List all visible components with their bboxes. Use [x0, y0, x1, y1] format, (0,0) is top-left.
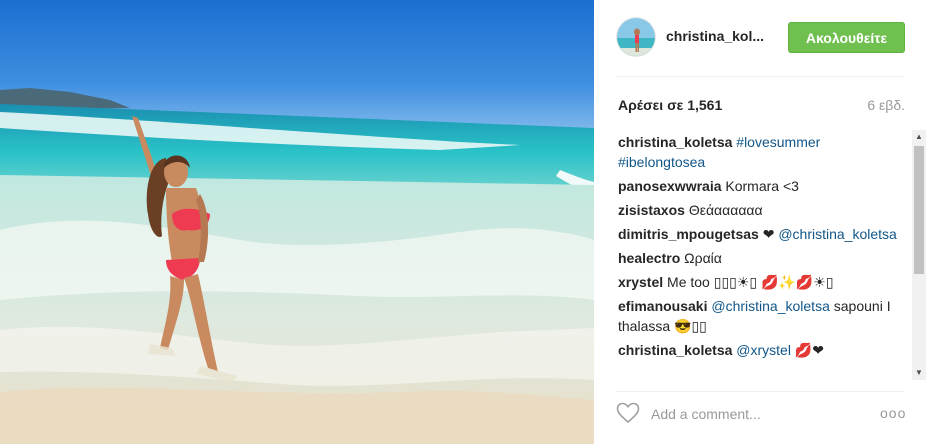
comment-text: Ωραία: [684, 250, 722, 266]
comment-author[interactable]: dimitris_mpougetsas: [618, 226, 759, 242]
post-header: christina_kol... Ακολουθείτε: [594, 0, 926, 76]
comment-author[interactable]: efimanousaki: [618, 298, 707, 314]
comment-item: xrystel Me too ▯▯▯☀▯ 💋✨💋☀▯: [618, 272, 906, 292]
scroll-up-arrow-icon[interactable]: ▲: [912, 130, 926, 144]
header-divider: [616, 76, 904, 77]
comment-author[interactable]: christina_koletsa: [618, 342, 732, 358]
comments-list: christina_koletsa #lovesummer #ibelongto…: [618, 132, 906, 378]
comment-item: healectro Ωραία: [618, 248, 906, 268]
username[interactable]: christina_kol...: [666, 28, 776, 44]
comment-item: christina_koletsa @xrystel 💋❤: [618, 340, 906, 360]
comment-text: Θεάαααααα: [688, 202, 763, 218]
comment-mention[interactable]: @christina_koletsa: [711, 298, 830, 314]
comment-author[interactable]: healectro: [618, 250, 680, 266]
heart-icon[interactable]: [616, 402, 640, 424]
comment-hashtag[interactable]: #ibelongtosea: [618, 154, 705, 170]
comments-scrollbar[interactable]: ▲ ▼: [912, 130, 926, 380]
scroll-thumb[interactable]: [914, 146, 924, 274]
comment-item: christina_koletsa #lovesummer #ibelongto…: [618, 132, 906, 172]
avatar[interactable]: [616, 17, 656, 57]
comment-hashtag[interactable]: #lovesummer: [736, 134, 820, 150]
more-options-icon[interactable]: ooo: [880, 402, 906, 424]
post-details-panel: christina_kol... Ακολουθείτε Αρέσει σε 1…: [594, 0, 926, 444]
post-timestamp[interactable]: 6 εβδ.: [867, 97, 905, 113]
comment-text: ❤: [762, 226, 775, 242]
comment-author[interactable]: christina_koletsa: [618, 134, 732, 150]
comment-item: zisistaxos Θεάαααααα: [618, 200, 906, 220]
post-photo[interactable]: [0, 0, 594, 444]
comment-mention[interactable]: @christina_koletsa: [778, 226, 897, 242]
comment-author[interactable]: zisistaxos: [618, 202, 685, 218]
likes-count[interactable]: Αρέσει σε 1,561: [618, 97, 722, 113]
comment-item: panosexwwraia Kormara <3: [618, 176, 906, 196]
comment-mention[interactable]: @xrystel: [736, 342, 791, 358]
scroll-down-arrow-icon[interactable]: ▼: [912, 366, 926, 380]
comment-text: Me too ▯▯▯☀▯ 💋✨💋☀▯: [667, 274, 834, 290]
comment-text: 💋❤: [794, 342, 825, 358]
follow-button[interactable]: Ακολουθείτε: [788, 22, 905, 53]
comment-author[interactable]: panosexwwraia: [618, 178, 722, 194]
post-footer: ooo: [594, 392, 926, 444]
comment-item: efimanousaki @christina_koletsa sapouni …: [618, 296, 906, 336]
comment-text: Kormara <3: [725, 178, 799, 194]
comment-item: dimitris_mpougetsas ❤ @christina_koletsa: [618, 224, 906, 244]
comment-author[interactable]: xrystel: [618, 274, 663, 290]
comment-input[interactable]: [651, 402, 861, 426]
